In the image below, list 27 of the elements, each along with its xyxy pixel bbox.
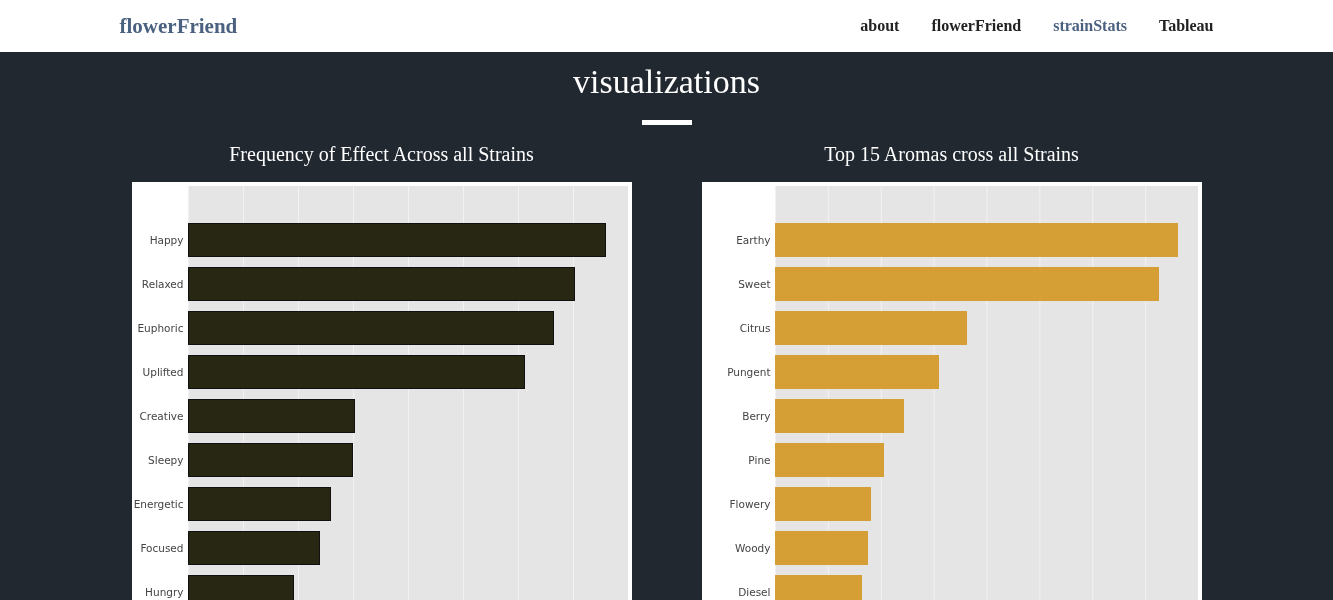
axis-label: Woody: [734, 541, 772, 556]
axis-label: Flowery: [728, 497, 772, 512]
chart-title: Top 15 Aromas cross all Strains: [824, 142, 1079, 167]
axis-label: Sweet: [737, 277, 772, 292]
axis-label: Relaxed: [140, 277, 185, 292]
axis-label: Pungent: [726, 365, 772, 380]
axis-label: Creative: [138, 409, 185, 424]
axis-label: Earthy: [735, 233, 772, 248]
axis-label: Uplifted: [141, 365, 185, 380]
nav-link[interactable]: about: [860, 17, 900, 35]
axis-label: Energetic: [132, 497, 185, 512]
page-heading: visualizations: [573, 62, 760, 102]
axis-label: Citrus: [738, 321, 772, 336]
axis-label: Sleepy: [147, 453, 185, 468]
axis-label: Focused: [139, 541, 185, 556]
nav-link[interactable]: flowerFriend: [931, 17, 1022, 35]
nav-link[interactable]: strainStats: [1053, 17, 1127, 35]
chart-title: Frequency of Effect Across all Strains: [229, 142, 534, 167]
axis-label: Pine: [747, 453, 772, 468]
axis-label: Happy: [148, 233, 185, 248]
nav-link[interactable]: Tableau: [1158, 17, 1214, 35]
heading-underline: [641, 120, 692, 125]
axis-label: Diesel: [737, 585, 772, 600]
brand-link[interactable]: flowerFriend: [119, 13, 238, 39]
axis-label: Hungry: [144, 585, 185, 600]
axis-label: Berry: [741, 409, 772, 424]
axis-label: Euphoric: [136, 321, 185, 336]
